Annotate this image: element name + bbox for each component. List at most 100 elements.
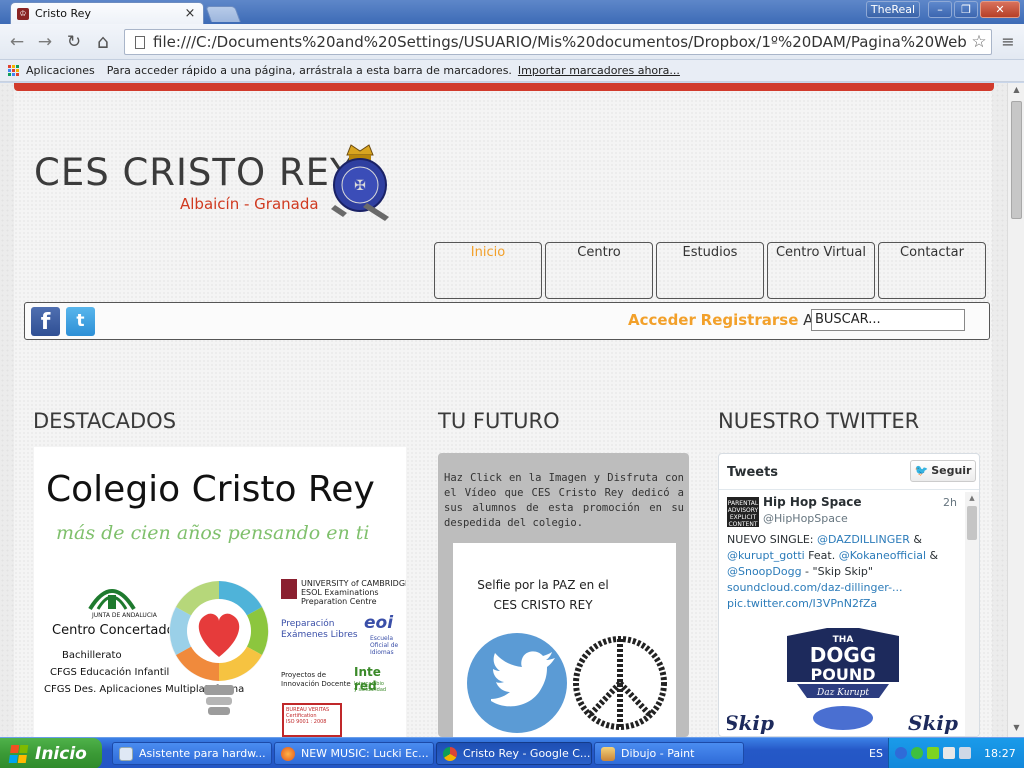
artwork-word: POUND — [811, 665, 876, 684]
taskbar-item-label: NEW MUSIC: Lucki Ec... — [301, 747, 429, 760]
site-logo-title[interactable]: CES CRISTO REY — [34, 151, 354, 194]
artwork-skip: Skip — [727, 711, 774, 735]
tweet-timestamp[interactable]: 2h — [943, 496, 957, 509]
apps-shortcut[interactable]: Aplicaciones — [26, 64, 95, 77]
login-link[interactable]: Acceder — [628, 311, 696, 329]
tweet-text: Feat. — [804, 549, 839, 562]
nav-centro[interactable]: Centro — [545, 242, 653, 299]
paint-icon — [601, 746, 615, 761]
windows-logo-icon — [8, 744, 30, 763]
tray-security-icon[interactable] — [911, 747, 923, 759]
twitter-widget-scrollbar[interactable]: ▲ — [965, 492, 979, 736]
bookmark-star-icon[interactable]: ☆ — [967, 32, 991, 52]
language-indicator[interactable]: ES — [869, 747, 883, 760]
scroll-down-arrow-icon[interactable]: ▼ — [1008, 721, 1024, 735]
import-bookmarks-link[interactable]: Importar marcadores ahora... — [518, 64, 680, 77]
innov-line: Proyectos de — [281, 671, 327, 679]
taskbar-item-label: Asistente para hardw... — [139, 747, 266, 760]
start-label: Inicio — [35, 743, 87, 764]
twitter-follow-button[interactable]: 🐦 Seguir — [910, 460, 976, 482]
scroll-up-arrow-icon[interactable]: ▲ — [1008, 83, 1024, 97]
forward-icon[interactable]: → — [35, 32, 55, 52]
cambridge-line: UNIVERSITY of CAMBRIDGE — [301, 579, 406, 588]
taskbar-item[interactable]: Asistente para hardw... — [112, 742, 272, 765]
system-tray: ES 18:27 — [869, 738, 1024, 768]
nav-centro-virtual[interactable]: Centro Virtual — [767, 242, 875, 299]
browser-tab-active[interactable]: ♔ Cristo Rey × — [10, 2, 204, 24]
site-search-input[interactable]: BUSCAR... — [811, 309, 965, 331]
poster-title: Colegio Cristo Rey — [46, 469, 375, 510]
cambridge-line: Preparation Centre — [301, 597, 377, 606]
innov-line: Innovación Docente — [281, 680, 351, 688]
twitter-bird-small-icon: 🐦 — [914, 464, 929, 477]
apps-grid-icon[interactable] — [8, 64, 20, 77]
eoi-line: Escuela — [370, 635, 394, 642]
taskbar-item[interactable]: NEW MUSIC: Lucki Ec... — [274, 742, 434, 765]
home-icon[interactable]: ⌂ — [93, 32, 113, 52]
tab-close-icon[interactable]: × — [183, 6, 197, 21]
futuro-description: Haz Click en la Imagen y Disfruta con el… — [444, 472, 684, 529]
taskbar-item-active[interactable]: Cristo Rey - Google C... — [436, 742, 592, 765]
tweet-text: & — [926, 549, 939, 562]
twitter-icon[interactable]: t — [66, 307, 95, 336]
twitter-scroll-thumb[interactable] — [967, 506, 977, 540]
taskbar-item-label: Cristo Rey - Google C... — [463, 747, 591, 760]
tweet-author-avatar[interactable]: PARENTAL ADVISORY EXPLICIT CONTENT — [727, 497, 759, 528]
close-window-button[interactable]: ✕ — [980, 1, 1020, 18]
nav-centro-virtual-label: Centro Virtual — [775, 245, 867, 260]
tweet-text: NUEVO SINGLE: — [727, 533, 817, 546]
taskbar-item[interactable]: Dibujo - Paint — [594, 742, 744, 765]
tray-back-icon[interactable] — [895, 747, 907, 759]
eoi-line: Oficial de — [370, 642, 399, 649]
nav-estudios[interactable]: Estudios — [656, 242, 764, 299]
tray-clock[interactable]: 18:27 — [984, 747, 1016, 760]
chrome-icon — [443, 746, 457, 761]
nav-contactar[interactable]: Contactar — [878, 242, 986, 299]
site-logo-subtitle: Albaicín - Granada — [180, 195, 319, 213]
tweet-link[interactable]: soundcloud.com/daz-dillinger-... — [727, 581, 903, 594]
svg-text:✠: ✠ — [354, 178, 366, 194]
cambridge-crest-icon — [281, 579, 297, 599]
tweet-image[interactable]: THA DOGG POUND Daz Kurupt Skip Skip — [724, 626, 959, 736]
futuro-video-thumbnail[interactable]: Selfie por la PAZ en el CES CRISTO REY — [453, 543, 676, 737]
nav-inicio[interactable]: Inicio — [434, 242, 542, 299]
tray-clipboard-icon[interactable] — [943, 747, 955, 759]
page-scrollbar[interactable]: ▲ ▼ — [1007, 83, 1024, 737]
tweet-mention[interactable]: @kurupt_gotti — [727, 549, 805, 562]
twitter-widget-header: Tweets 🐦 Seguir — [719, 454, 979, 490]
destacados-poster[interactable]: Colegio Cristo Rey más de cien años pens… — [34, 447, 406, 737]
register-link[interactable]: Registrarse — [701, 311, 799, 329]
tweet-link[interactable]: pic.twitter.com/I3VPnN2fZa — [727, 597, 877, 610]
profile-button[interactable]: TheReal — [866, 1, 920, 18]
address-url[interactable]: file:///C:/Documents%20and%20Settings/US… — [153, 33, 967, 51]
dogg-pound-artwork-icon: THA DOGG POUND Daz Kurupt Skip Skip — [724, 628, 958, 735]
page-container: CES CRISTO REY Albaicín - Granada ✠ Inic… — [14, 91, 992, 737]
bureau-veritas-logo: BUREAU VERITAS Certification ISO 9001 : … — [282, 703, 342, 737]
tweet-author-handle[interactable]: @HipHopSpace — [763, 512, 848, 525]
tweet-author-name[interactable]: Hip Hop Space — [763, 495, 862, 509]
tray-volume-icon[interactable] — [959, 747, 971, 759]
new-tab-button[interactable] — [205, 6, 241, 22]
chrome-menu-icon[interactable]: ≡ — [998, 32, 1018, 52]
twitter-widget-title[interactable]: Tweets — [727, 465, 778, 480]
tray-network-icon[interactable] — [927, 747, 939, 759]
start-button[interactable]: Inicio — [0, 738, 102, 768]
back-icon[interactable]: ← — [7, 32, 27, 52]
tweet-mention[interactable]: @SnoopDogg — [727, 565, 802, 578]
address-bar[interactable]: file:///C:/Documents%20and%20Settings/US… — [124, 29, 992, 55]
video-title-line: CES CRISTO REY — [493, 598, 593, 612]
minimize-button[interactable]: – — [928, 1, 952, 18]
nav-inicio-label: Inicio — [470, 245, 506, 260]
tweet-mention[interactable]: @Kokaneofficial — [839, 549, 926, 562]
twitter-timeline-widget: Tweets 🐦 Seguir PARENTAL ADVISORY EXPLICI… — [718, 453, 980, 737]
bookmarks-hint: Para acceder rápido a una página, arrást… — [106, 64, 512, 77]
facebook-icon[interactable]: f — [31, 307, 60, 336]
reload-icon[interactable]: ↻ — [64, 32, 84, 52]
video-title-line: Selfie por la PAZ en el — [477, 578, 609, 592]
restore-button[interactable]: ❐ — [954, 1, 978, 18]
title-bar: ♔ Cristo Rey × TheReal – ❐ ✕ — [0, 0, 1024, 24]
scroll-up-arrow-icon[interactable]: ▲ — [965, 492, 979, 504]
tweet-mention[interactable]: @DAZDILLINGER — [817, 533, 910, 546]
prep-line: Preparación — [281, 619, 335, 629]
page-scroll-thumb[interactable] — [1011, 101, 1022, 219]
